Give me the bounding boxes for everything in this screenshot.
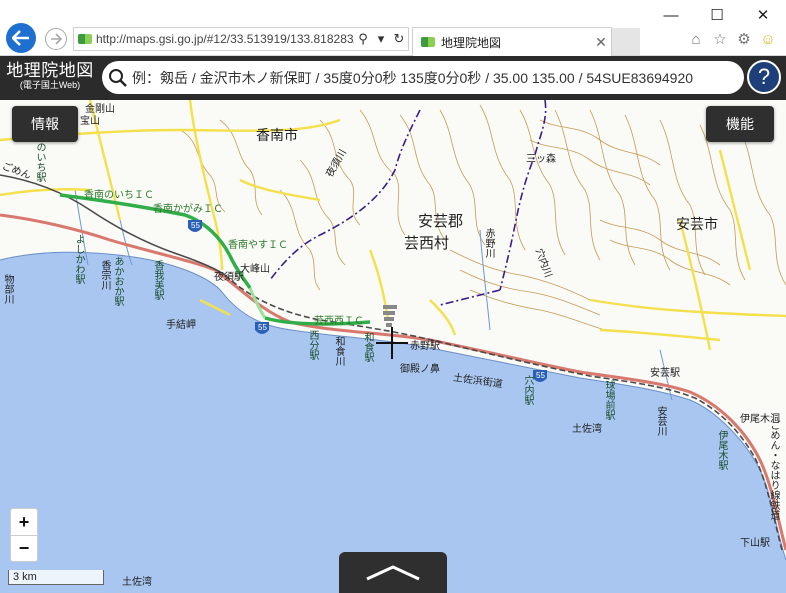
- home-icon[interactable]: ⌂: [686, 29, 706, 49]
- label-aki-city: 安芸市: [676, 216, 718, 232]
- route-55c-label: 55: [536, 371, 545, 380]
- label-anai-eki: 穴内駅: [522, 375, 533, 405]
- site-favicon-icon: [78, 34, 92, 44]
- route-55a-label: 55: [191, 221, 200, 230]
- label-konan-yasu-ic: 香南やすＩＣ: [228, 240, 288, 251]
- close-button[interactable]: ✕: [740, 0, 786, 30]
- route-55b-label: 55: [258, 323, 267, 332]
- label-tetsui-misaki: 手結岬: [166, 320, 196, 331]
- label-aki-eki: 安芸駅: [650, 368, 680, 379]
- label-sanjuumori: 三ッ森: [526, 154, 556, 165]
- star-icon[interactable]: ☆: [710, 29, 730, 49]
- browser-chrome: — ☐ ✕ http://maps.gsi.go.jp/#12/33.51391…: [0, 0, 786, 56]
- label-aki-gawa: 安芸川: [655, 406, 666, 436]
- label-kagami-eki: 香我美駅: [152, 260, 163, 300]
- label-shimoyama-eki: 下山駅: [740, 538, 770, 549]
- label-geisei-nishi-ic: 芸西西ＩＣ: [314, 316, 364, 327]
- new-tab-button[interactable]: [612, 28, 640, 55]
- maximize-button[interactable]: ☐: [694, 0, 740, 30]
- arrow-left-icon: [12, 30, 29, 46]
- chevron-up-icon: [366, 564, 420, 580]
- app-logo[interactable]: 地理院地図 (電子国土Web): [4, 61, 96, 91]
- location-marker: [383, 305, 397, 327]
- app-header: 地理院地図 (電子国土Web) 例：剱岳 / 金沢市木ノ新保町 / 35度0分0…: [0, 56, 786, 100]
- tab-favicon-icon: [421, 37, 435, 47]
- gear-icon[interactable]: ⚙: [734, 29, 754, 49]
- label-kounan-city: 香南市: [256, 127, 298, 143]
- label-konan-noichi-ic: 香南のいちＩＣ: [84, 190, 154, 201]
- label-kyuujouzen-eki: 球場前駅: [603, 380, 614, 420]
- info-button[interactable]: 情報: [12, 106, 78, 142]
- label-tetsudou: ごめん・なはり線鉄道: [768, 420, 779, 520]
- label-tosawan: 土佐湾: [572, 424, 602, 435]
- label-oominesan: 大峰山: [240, 264, 270, 275]
- label-noichi-eki: のいち駅: [34, 142, 45, 182]
- function-button[interactable]: 機能: [706, 106, 774, 142]
- minimize-button[interactable]: —: [648, 0, 694, 30]
- address-bar[interactable]: http://maps.gsi.go.jp/#12/33.513919/133.…: [73, 27, 409, 51]
- arrow-right-icon: [51, 33, 62, 45]
- forward-button[interactable]: [45, 28, 67, 50]
- search-icon: [109, 68, 127, 87]
- label-konan-kagami-ic: 香南かがみＩＣ: [153, 204, 223, 215]
- label-yoshikawa-eki: よしかわ駅: [73, 234, 84, 284]
- label-aki-gun: 安芸郡: [418, 213, 464, 230]
- dropdown-icon[interactable]: ▾: [372, 31, 390, 47]
- label-mitonohana: 御殿ノ鼻: [400, 364, 440, 375]
- search-placeholder: 例：剱岳 / 金沢市木ノ新保町 / 35度0分0秒 135度0分0秒 / 35.…: [132, 69, 694, 86]
- search-input[interactable]: 例：剱岳 / 金沢市木ノ新保町 / 35度0分0秒 135度0分0秒 / 35.…: [102, 61, 744, 94]
- tab-close-icon[interactable]: ✕: [591, 34, 611, 51]
- url-text: http://maps.gsi.go.jp/#12/33.513919/133.…: [96, 32, 354, 46]
- zoom-out-button[interactable]: −: [11, 535, 37, 561]
- search-icon[interactable]: ⚲: [354, 31, 372, 47]
- label-wajiki-gawa: 和食川: [333, 336, 344, 366]
- logo-main-text: 地理院地図: [6, 61, 94, 80]
- window-controls: — ☐ ✕: [648, 0, 786, 30]
- label-geisei-mura: 芸西村: [404, 235, 450, 252]
- map-canvas[interactable]: 香南市 安芸郡 芸西村 安芸市 三ッ森 夜須川 赤野川 穴内川 香南のいちＩＣ …: [0, 100, 786, 593]
- tab-title: 地理院地図: [441, 35, 502, 50]
- label-akaoka-eki: あかおか駅: [112, 256, 123, 306]
- browser-toolbar: ⌂ ☆ ⚙ ☺: [686, 29, 778, 49]
- bottom-panel-toggle[interactable]: [339, 552, 447, 593]
- refresh-icon[interactable]: ↻: [390, 31, 408, 47]
- label-yasu-eki: 夜須駅: [214, 272, 244, 283]
- zoom-in-button[interactable]: +: [11, 509, 37, 535]
- logo-sub-text: (電子国土Web): [19, 80, 81, 90]
- label-monobe-gawa: 物部川: [2, 274, 13, 304]
- label-tosa-ra: 宝山: [80, 116, 100, 127]
- label-akano-gawa: 赤野川: [483, 228, 494, 258]
- smiley-icon[interactable]: ☺: [758, 29, 778, 49]
- help-button[interactable]: ?: [747, 60, 781, 94]
- label-wajiki-eki: 和食駅: [362, 332, 373, 362]
- browser-tab[interactable]: 地理院地図 ✕: [412, 27, 612, 56]
- label-kounoshi-gawa: 香宗川: [99, 260, 110, 290]
- scale-bar: 3 km: [8, 570, 104, 585]
- label-tosawan-2: 土佐湾: [122, 577, 152, 588]
- back-button[interactable]: [6, 23, 36, 53]
- map-center-crosshair: [376, 327, 408, 359]
- label-nishibun-eki: 西分駅: [307, 330, 318, 360]
- zoom-control: + −: [10, 508, 38, 562]
- label-iwanoki-eki: 伊尾木駅: [716, 430, 727, 470]
- label-akano-eki: 赤野駅: [410, 341, 440, 352]
